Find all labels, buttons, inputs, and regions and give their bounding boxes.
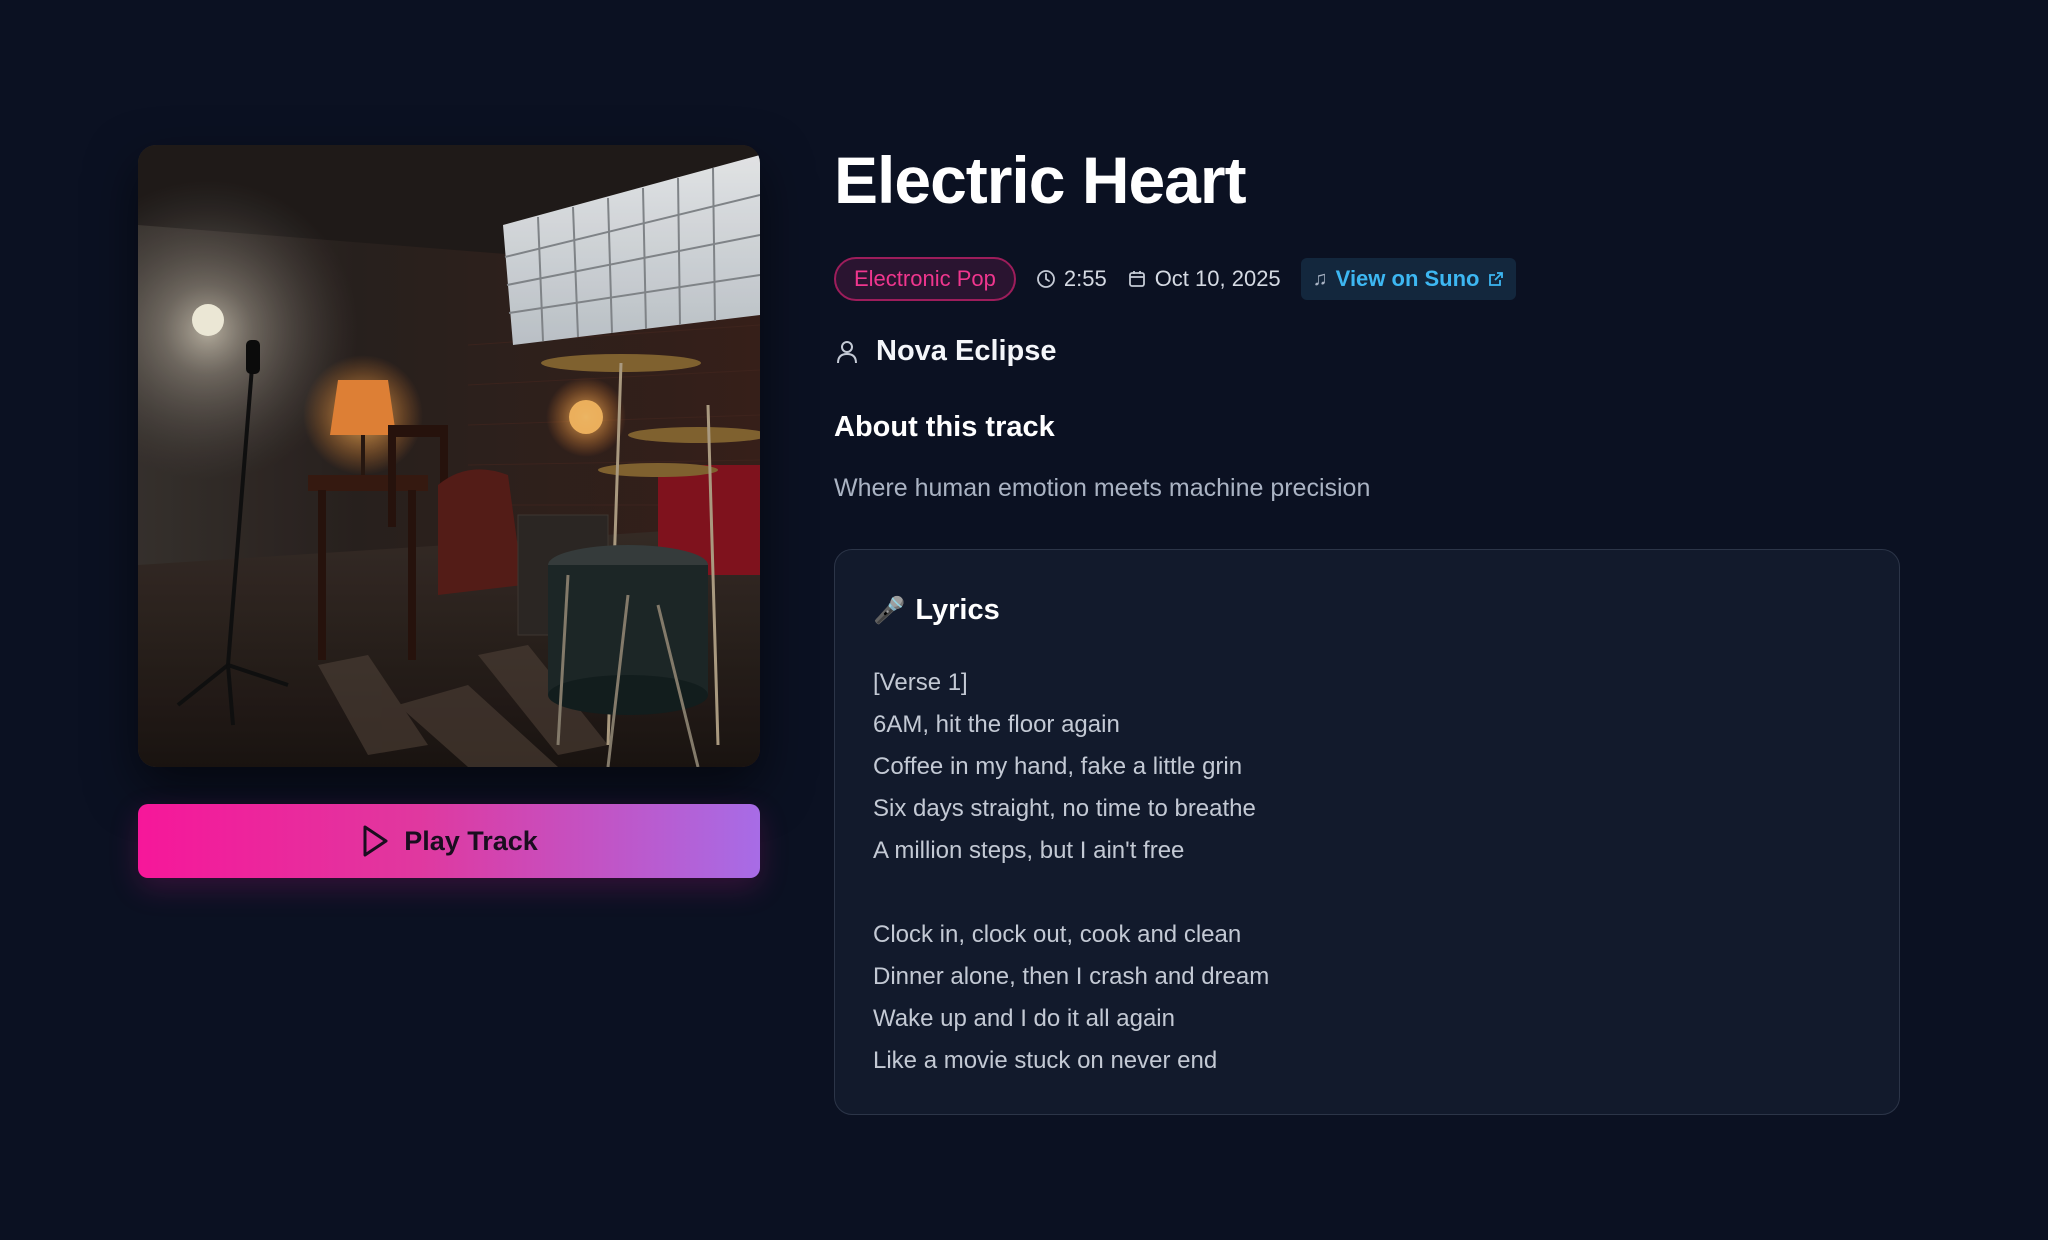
lyric-line: Six days straight, no time to breathe: [873, 795, 1256, 822]
duration-text: 2:55: [1063, 266, 1107, 291]
play-icon: [363, 825, 388, 857]
duration-meta: 2:55: [1036, 266, 1107, 292]
genre-badge[interactable]: Electronic Pop: [834, 257, 1016, 301]
lyric-line-blank: [873, 872, 1269, 914]
lyrics-card: 🎤 Lyrics [Verse 1] 6AM, hit the floor ag…: [834, 549, 1900, 1115]
view-on-suno-link[interactable]: ♫ View on Suno: [1300, 258, 1516, 300]
artist-name[interactable]: Nova Eclipse: [876, 335, 1057, 368]
lyric-line: A million steps, but I ain't free: [873, 837, 1185, 864]
microphone-icon: 🎤: [873, 595, 906, 625]
lyric-line: 6AM, hit the floor again: [873, 711, 1120, 738]
view-on-suno-label: View on Suno: [1335, 266, 1480, 291]
play-track-label: Play Track: [404, 825, 538, 856]
date-meta: Oct 10, 2025: [1127, 266, 1281, 292]
external-link-icon: [1488, 272, 1503, 286]
lyric-line: Like a movie stuck on never end: [873, 1047, 1218, 1074]
date-text: Oct 10, 2025: [1154, 266, 1281, 291]
lyric-line: [Verse 1]: [873, 669, 968, 696]
music-note-icon: ♫: [1312, 267, 1328, 290]
about-heading: About this track: [834, 411, 1055, 443]
lyric-line: Wake up and I do it all again: [873, 1005, 1175, 1032]
user-icon: [837, 340, 857, 363]
track-detail-page: Play Track Electric Heart Electronic Pop…: [0, 0, 2048, 1240]
calendar-icon: [1128, 271, 1145, 287]
lyric-line: Dinner alone, then I crash and dream: [873, 963, 1270, 990]
play-track-button[interactable]: Play Track: [138, 804, 760, 878]
lyric-line: Clock in, clock out, cook and clean: [873, 921, 1242, 948]
track-title: Electric Heart: [834, 143, 1247, 217]
track-description: Where human emotion meets machine precis…: [834, 474, 1371, 502]
artist-row: Nova Eclipse: [834, 335, 1057, 368]
track-meta-row: Electronic Pop 2:55 Oct 10, 2025 ♫ View …: [834, 257, 1516, 301]
album-cover-image: [138, 145, 760, 767]
lyric-line: Coffee in my hand, fake a little grin: [873, 753, 1243, 780]
clock-icon: [1036, 270, 1055, 288]
lyrics-header: 🎤 Lyrics: [873, 594, 1000, 627]
lyrics-lines: [Verse 1] 6AM, hit the floor again Coffe…: [873, 662, 1269, 1082]
lyrics-heading: Lyrics: [915, 594, 1000, 626]
